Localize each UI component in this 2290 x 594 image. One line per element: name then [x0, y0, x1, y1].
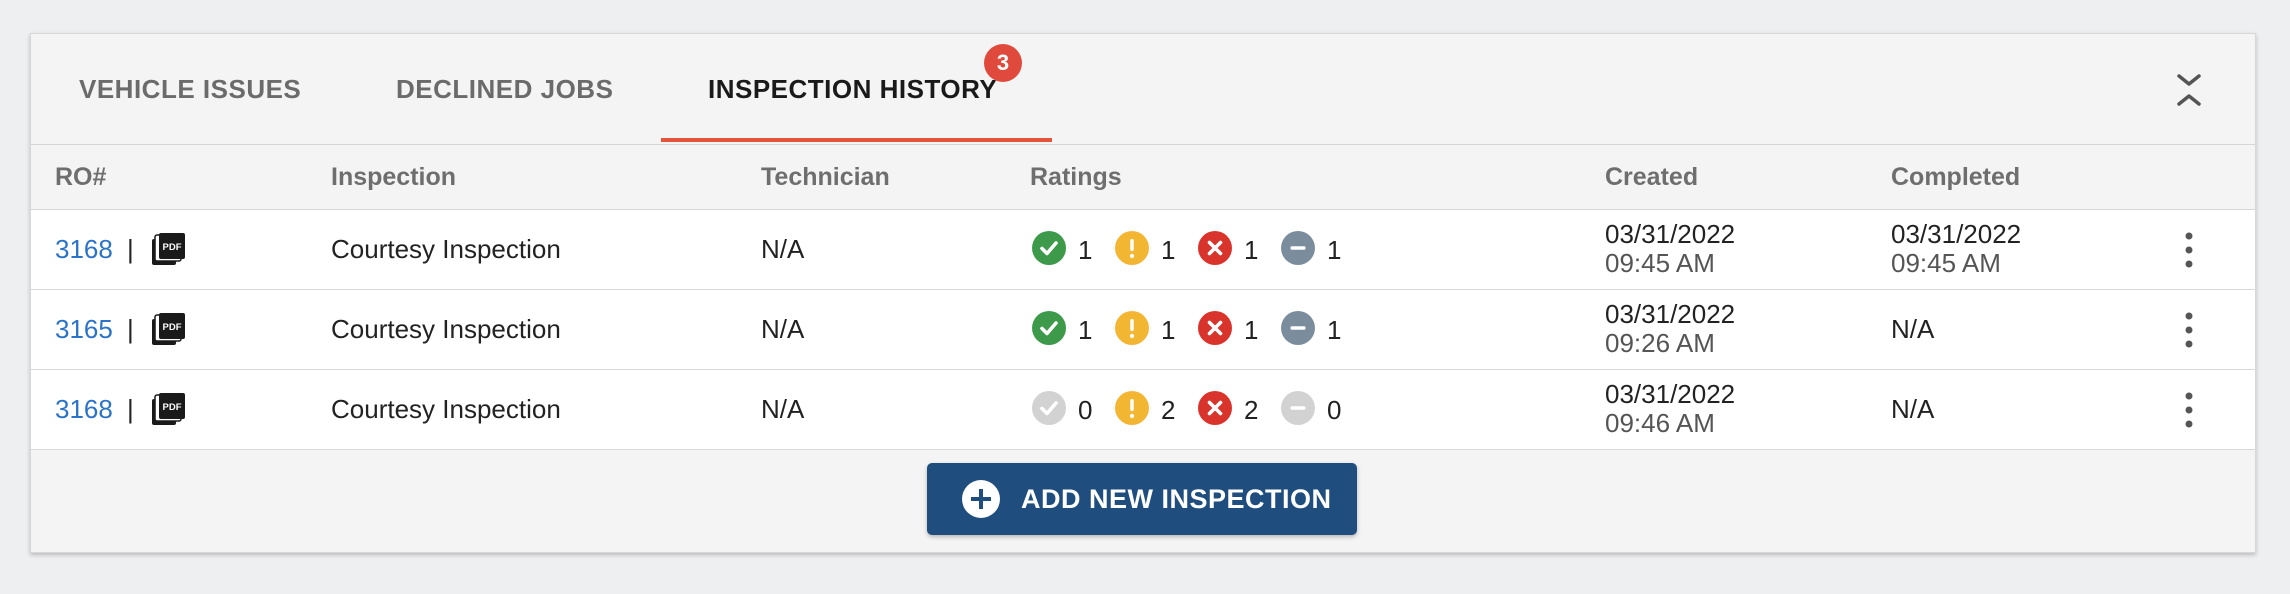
minus-circle-icon — [1281, 231, 1315, 270]
table-row: 3165 | PDF Courtesy Inspection N/A 1 1 1 1 03/31/… — [31, 290, 2255, 370]
completed-date: 03/31/2022 — [1891, 219, 2022, 249]
more-options-icon[interactable] — [2179, 230, 2199, 270]
minus-circle-icon — [1281, 311, 1315, 350]
tab-declined-jobs[interactable]: DECLINED JOBS — [396, 74, 613, 105]
rating-count: 1 — [1078, 315, 1093, 345]
rating-bad: 2 — [1198, 391, 1258, 430]
more-options-icon[interactable] — [2179, 310, 2199, 350]
add-new-inspection-button[interactable]: ADD NEW INSPECTION — [927, 463, 1357, 535]
rating-na: 0 — [1281, 391, 1341, 430]
created-date: 03/31/2022 — [1605, 219, 1736, 249]
rating-count: 1 — [1327, 315, 1342, 345]
warning-circle-icon — [1115, 311, 1149, 350]
svg-text:PDF: PDF — [163, 402, 182, 413]
table-header: RO# Inspection Technician Ratings Create… — [31, 145, 2255, 210]
x-circle-icon — [1198, 311, 1232, 350]
rating-count: 2 — [1161, 395, 1176, 425]
rating-count: 0 — [1327, 395, 1342, 425]
pdf-icon[interactable]: PDF — [151, 312, 185, 346]
rating-good: 1 — [1032, 231, 1092, 270]
rating-count: 2 — [1244, 395, 1259, 425]
rating-count: 1 — [1161, 315, 1176, 345]
rating-bad: 1 — [1198, 231, 1258, 270]
created-time: 09:46 AM — [1605, 408, 1715, 438]
ro-number-link[interactable]: 3168 — [55, 234, 113, 265]
rating-good: 1 — [1032, 311, 1092, 350]
pdf-icon[interactable]: PDF — [151, 392, 185, 426]
completed-date: N/A — [1891, 314, 1935, 344]
warning-circle-icon — [1115, 391, 1149, 430]
column-header-inspection: Inspection — [331, 163, 457, 191]
ro-number-link[interactable]: 3168 — [55, 394, 113, 425]
svg-text:PDF: PDF — [163, 242, 182, 253]
minus-circle-icon — [1281, 391, 1315, 430]
technician-name: N/A — [761, 394, 805, 424]
rating-count: 1 — [1327, 235, 1342, 265]
rating-na: 1 — [1281, 311, 1341, 350]
inspection-name: Courtesy Inspection — [331, 394, 561, 424]
tab-vehicle-issues[interactable]: VEHICLE ISSUES — [79, 74, 301, 105]
rating-count: 1 — [1078, 235, 1093, 265]
check-circle-icon — [1032, 391, 1066, 430]
rating-count: 1 — [1161, 235, 1176, 265]
tab-inspection-history[interactable]: INSPECTION HISTORY — [708, 74, 997, 105]
rating-warning: 2 — [1115, 391, 1175, 430]
rating-good: 0 — [1032, 391, 1092, 430]
rating-count: 1 — [1244, 315, 1259, 345]
inspection-name: Courtesy Inspection — [331, 314, 561, 344]
pdf-icon[interactable]: PDF — [151, 232, 185, 266]
table-row: 3168 | PDF Courtesy Inspection N/A 1 1 1 1 03/31/… — [31, 210, 2255, 290]
separator: | — [127, 234, 134, 264]
x-circle-icon — [1198, 391, 1232, 430]
active-tab-indicator — [661, 138, 1052, 142]
x-circle-icon — [1198, 231, 1232, 270]
completed-date: N/A — [1891, 394, 1935, 424]
warning-circle-icon — [1115, 231, 1149, 270]
inspection-panel: VEHICLE ISSUES DECLINED JOBS INSPECTION … — [30, 33, 2256, 553]
created-time: 09:45 AM — [1605, 248, 1715, 278]
column-header-completed: Completed — [1891, 163, 2021, 191]
rating-count: 1 — [1244, 235, 1259, 265]
rating-na: 1 — [1281, 231, 1341, 270]
collapse-chevrons-icon[interactable] — [2171, 70, 2207, 110]
inspection-name: Courtesy Inspection — [331, 234, 561, 264]
add-new-inspection-label: ADD NEW INSPECTION — [1021, 483, 1332, 514]
column-header-ro: RO# — [55, 163, 107, 191]
check-circle-icon — [1032, 231, 1066, 270]
separator: | — [127, 394, 134, 424]
created-time: 09:26 AM — [1605, 328, 1715, 358]
table-row: 3168 | PDF Courtesy Inspection N/A 0 2 2 0 03/31/… — [31, 370, 2255, 450]
more-options-icon[interactable] — [2179, 390, 2199, 430]
rating-warning: 1 — [1115, 311, 1175, 350]
created-date: 03/31/2022 — [1605, 379, 1736, 409]
rating-bad: 1 — [1198, 311, 1258, 350]
tab-bar: VEHICLE ISSUES DECLINED JOBS INSPECTION … — [31, 34, 2255, 145]
rating-warning: 1 — [1115, 231, 1175, 270]
check-circle-icon — [1032, 311, 1066, 350]
column-header-ratings: Ratings — [1030, 163, 1122, 191]
column-header-technician: Technician — [761, 163, 890, 191]
technician-name: N/A — [761, 314, 805, 344]
completed-time: 09:45 AM — [1891, 248, 2001, 278]
separator: | — [127, 314, 134, 344]
svg-text:PDF: PDF — [163, 322, 182, 333]
plus-circle-icon — [962, 480, 1000, 518]
created-date: 03/31/2022 — [1605, 299, 1736, 329]
inspection-count-badge: 3 — [984, 44, 1022, 82]
rating-count: 0 — [1078, 395, 1093, 425]
technician-name: N/A — [761, 234, 805, 264]
column-header-created: Created — [1605, 163, 1699, 191]
ro-number-link[interactable]: 3165 — [55, 314, 113, 345]
